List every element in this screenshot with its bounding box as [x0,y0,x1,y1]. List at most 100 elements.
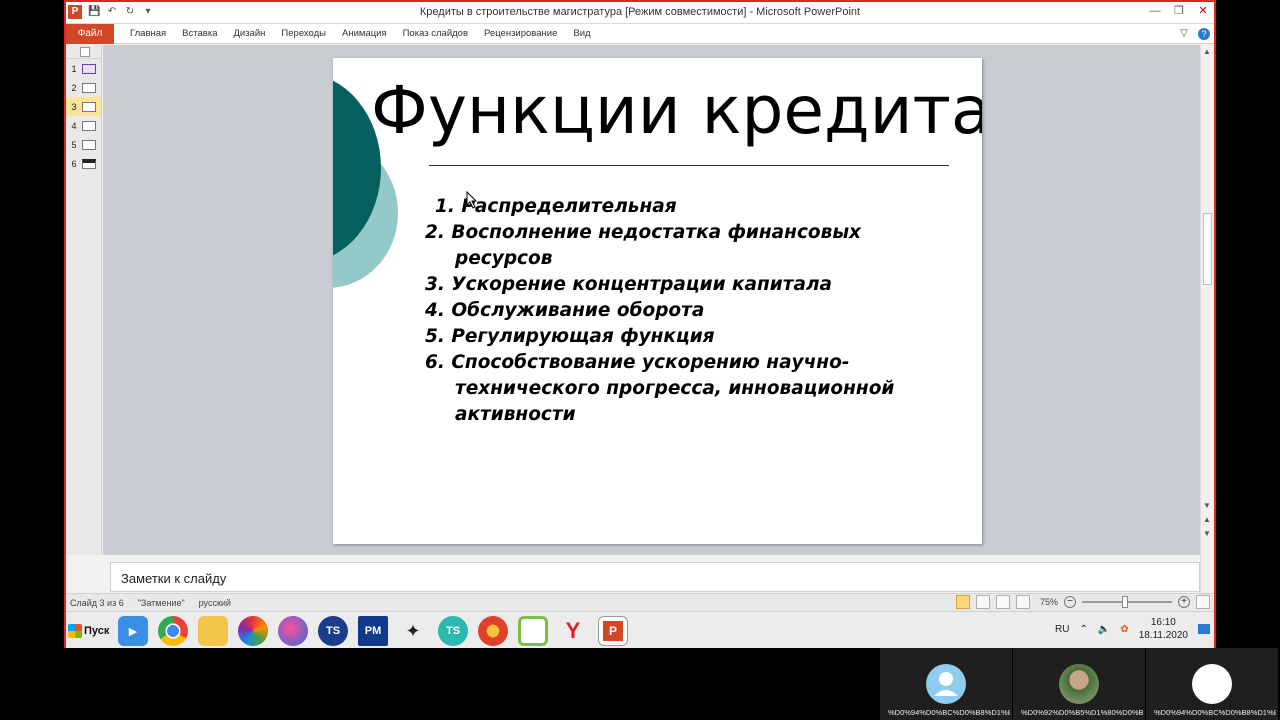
slide-show-view-button[interactable] [1016,595,1030,609]
thumbnail-number: 3 [71,101,77,112]
thumbnail-slide-5[interactable]: 5 [66,135,101,154]
list-item: 6. Способствование ускорению научно-техн… [425,352,895,425]
thumbnail-number: 5 [71,139,77,150]
tab-transitions[interactable]: Переходы [273,24,334,44]
thumbnail-number: 6 [71,158,77,169]
thumbnail-slide-1[interactable]: 1 [66,59,101,78]
powerpoint-window: P 💾 ↶ ↻ ▾ Кредиты в строительстве магист… [64,0,1216,648]
vertical-scrollbar[interactable]: ▲ ▼ ▲ ▼ [1200,45,1214,593]
zoom-in-button[interactable]: + [1178,596,1190,608]
participant-tile[interactable]: %D0%94%D0%BC%D0%B8%D1%8... [880,648,1013,720]
pm-app-icon[interactable]: PM [358,616,388,646]
expand-ribbon-icon[interactable]: ▽ [1178,27,1190,41]
close-button[interactable]: ✕ [1196,4,1210,18]
tray-app-icon[interactable]: ✿ [1120,624,1128,635]
start-label: Пуск [84,625,110,637]
reading-view-button[interactable] [996,595,1010,609]
windows-logo-icon [68,624,82,638]
next-slide-icon[interactable]: ▼ [1203,529,1211,538]
media-player-icon[interactable]: ▶ [118,616,148,646]
bird-app-icon[interactable]: ✦ [398,616,428,646]
list-item: 2. Восполнение недостатка финансовых рес… [425,222,861,269]
thumbnail-slide-4[interactable]: 4 [66,116,101,135]
clock-time: 16:10 [1150,617,1176,628]
tab-file[interactable]: Файл [66,23,114,44]
scrollbar-thumb[interactable] [1203,213,1212,285]
thumbnail-slide-3[interactable]: 3 [66,97,101,116]
scroll-up-icon[interactable]: ▲ [1203,47,1211,56]
participant-name: %D0%94%D0%BC%D0%B8%D1%8... [1154,708,1276,717]
zoom-slider[interactable] [1082,596,1172,608]
yandex-browser-icon[interactable]: Y [558,616,588,646]
window-title: Кредиты в строительстве магистратура [Ре… [419,6,861,18]
volume-icon[interactable]: 🔈 [1098,624,1110,635]
tab-review[interactable]: Рецензирование [476,24,565,44]
minimize-button[interactable]: — [1148,4,1162,18]
screen: P 💾 ↶ ↻ ▾ Кредиты в строительстве магист… [0,0,1280,720]
fit-to-window-button[interactable] [1196,595,1210,609]
participant-tile[interactable]: %D0%94%D0%BC%D0%B8%D1%8... [1146,648,1279,720]
tab-animation[interactable]: Анимация [334,24,395,44]
thumbnail-number: 1 [71,63,77,74]
clock-date: 18.11.2020 [1138,630,1188,641]
tab-slide-show[interactable]: Показ слайдов [395,24,476,44]
thumbnail-number: 4 [71,120,77,131]
parrot-app-icon[interactable] [478,616,508,646]
zoom-slider-knob[interactable] [1122,596,1128,608]
tab-design[interactable]: Дизайн [225,24,273,44]
tab-insert[interactable]: Вставка [174,24,225,44]
list-item: 5. Регулирующая функция [425,326,715,347]
app-pink-icon[interactable] [278,616,308,646]
help-icon[interactable]: ? [1198,28,1210,40]
zoom-out-button[interactable]: − [1064,596,1076,608]
show-desktop-icon[interactable] [1198,624,1210,634]
folder-icon[interactable] [198,616,228,646]
thumbnail-slide-6[interactable]: 6 [66,154,101,173]
tab-view[interactable]: Вид [565,24,598,44]
scroll-down-icon[interactable]: ▼ [1203,501,1211,510]
language-indicator[interactable]: русский [199,598,231,608]
slide-body-list[interactable]: 1. Распределительная 2. Восполнение недо… [425,194,945,428]
taskbar-pinned-apps: ▶ TS PM ✦ TS Y P [118,616,628,646]
windows-taskbar: Пуск ▶ TS PM ✦ TS Y P RU ⌃ 🔈 ✿ 16:10 18.… [66,611,1214,648]
download-app-icon[interactable] [518,616,548,646]
default-avatar-icon [926,664,966,704]
ribbon-tabs: Файл Главная Вставка Дизайн Переходы Ани… [66,23,1214,44]
status-left: Слайд 3 из 6 "Затмение" русский [70,598,231,608]
slide-editor: Функции кредита 1. Распределительная 2. … [103,45,1200,555]
theme-name[interactable]: "Затмение" [138,598,185,608]
slide-sorter-view-button[interactable] [976,595,990,609]
participant-tiles: %D0%94%D0%BC%D0%B8%D1%8... %D0%92%D0%B5%… [880,648,1280,720]
start-button[interactable]: Пуск [68,619,112,643]
slide-canvas[interactable]: Функции кредита 1. Распределительная 2. … [333,58,982,544]
thumbnail-preview [82,158,96,169]
app-pinwheel-icon[interactable] [238,616,268,646]
tab-home[interactable]: Главная [122,24,174,44]
thumbnail-preview [82,139,96,150]
list-item: 4. Обслуживание оборота [425,300,705,321]
previous-slide-icon[interactable]: ▲ [1203,515,1211,524]
notes-pane[interactable]: Заметки к слайду [110,562,1200,592]
chrome-icon[interactable] [158,616,188,646]
window-controls: — ❐ ✕ [1148,4,1210,18]
powerpoint-icon[interactable]: P [598,616,628,646]
thumbnails-header [66,45,101,59]
thumbnail-preview [82,101,96,112]
clock[interactable]: 16:10 18.11.2020 [1139,616,1188,642]
list-item: 1. Распределительная [435,196,677,217]
participant-name: %D0%94%D0%BC%D0%B8%D1%8... [888,708,1010,717]
keyboard-language[interactable]: RU [1055,624,1069,635]
restore-button[interactable]: ❐ [1172,4,1186,18]
list-item: 3. Ускорение концентрации капитала [425,274,832,295]
ts-app-icon[interactable]: TS [318,616,348,646]
participant-tile[interactable]: %D0%92%D0%B5%D1%80%D0%B0... [1013,648,1146,720]
outline-view-icon[interactable] [80,47,90,57]
title-underline [429,165,949,166]
zoom-level[interactable]: 75% [1036,597,1058,607]
tray-expand-icon[interactable]: ⌃ [1079,624,1087,635]
ts-teal-icon[interactable]: TS [438,616,468,646]
normal-view-button[interactable] [956,595,970,609]
thumbnail-slide-2[interactable]: 2 [66,78,101,97]
slide-title[interactable]: Функции кредита [371,78,982,144]
powerpoint-label: P [603,621,623,641]
